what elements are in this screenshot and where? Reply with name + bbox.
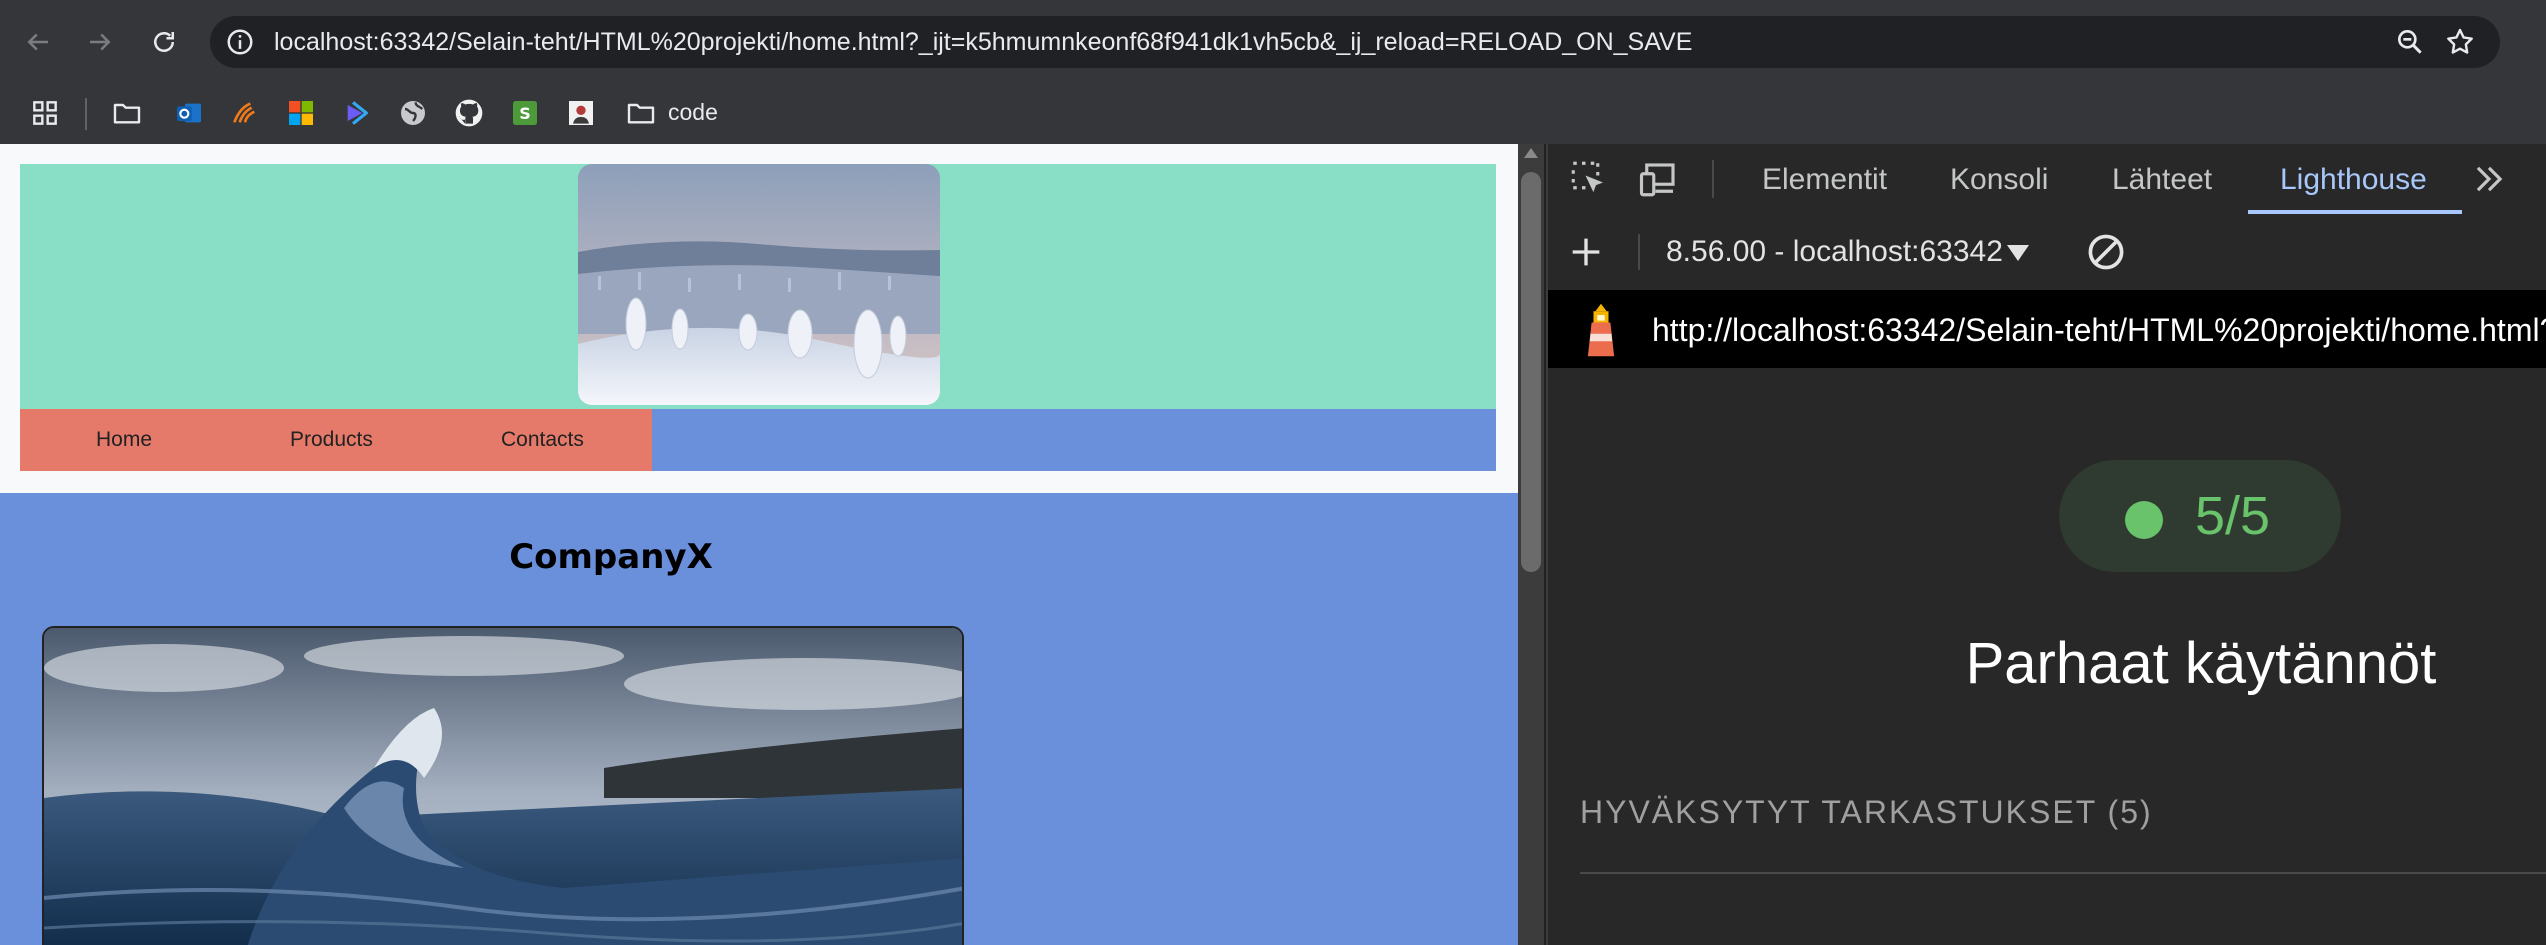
forward-button[interactable] <box>76 18 124 66</box>
reload-button[interactable] <box>140 18 188 66</box>
nav-link-home[interactable]: Home <box>96 428 152 452</box>
back-button[interactable] <box>14 18 62 66</box>
device-toolbar-button[interactable] <box>1638 158 1680 200</box>
report-select-label: 8.56.00 - localhost:63342 <box>1666 235 2003 268</box>
hero-image <box>578 164 940 405</box>
site-info-icon <box>227 29 253 55</box>
score-badge: 5/5 <box>2059 460 2341 572</box>
report-url[interactable]: http://localhost:63342/Selain-teht/HTML%… <box>1652 312 2546 348</box>
inspect-element-button[interactable] <box>1568 158 1610 200</box>
page-scroll-thumb[interactable] <box>1521 172 1541 572</box>
devtools-panel: Elementit Konsoli Lähteet Lighthouse 8.5… <box>1546 144 2546 945</box>
back-arrow-icon <box>27 33 48 51</box>
portrait-icon <box>569 101 593 125</box>
tab-elements[interactable]: Elementit <box>1762 163 1887 197</box>
nav-link-products[interactable]: Products <box>290 428 373 452</box>
score-value: 5/5 <box>2195 486 2271 546</box>
devtools-tab-bar: Elementit Konsoli Lähteet Lighthouse <box>1548 144 2546 215</box>
report-select[interactable]: 8.56.00 - localhost:63342 <box>1666 234 2029 270</box>
reload-icon <box>154 32 174 52</box>
bookmark-portrait[interactable] <box>564 96 598 130</box>
bookmark-apps[interactable] <box>28 96 62 130</box>
lighthouse-toolbar: 8.56.00 - localhost:63342 <box>1548 214 2546 291</box>
snowy-forest-landscape-image <box>578 164 940 405</box>
toolbar-separator <box>1638 234 1640 270</box>
ocean-wave-image <box>44 628 962 945</box>
forward-arrow-icon <box>90 33 111 51</box>
bookmark-folder[interactable] <box>110 96 144 130</box>
inspect-element-icon <box>1571 161 1603 193</box>
bookmark-github[interactable] <box>452 96 486 130</box>
more-tabs-icon[interactable] <box>2468 160 2510 198</box>
bookmarks-separator <box>85 98 87 130</box>
main-content: CompanyX <box>0 493 1518 945</box>
feature-image <box>42 626 964 945</box>
tab-sources[interactable]: Lähteet <box>2112 163 2212 197</box>
clear-reports-icon[interactable] <box>2084 230 2128 274</box>
folder-icon <box>113 103 141 124</box>
scroll-up-arrow-icon[interactable] <box>1524 148 1538 158</box>
zoom-icon[interactable] <box>2394 26 2426 58</box>
globe-icon <box>401 101 425 125</box>
folder-icon <box>627 103 655 124</box>
microsoft-icon <box>289 101 313 125</box>
bookmark-code-label[interactable]: code <box>668 98 718 126</box>
copilot-icon <box>347 101 368 125</box>
bookmark-s-app[interactable]: S <box>508 96 542 130</box>
add-report-icon[interactable] <box>1566 232 1606 272</box>
tab-console[interactable]: Konsoli <box>1950 163 2048 197</box>
category-title: Parhaat käytännöt <box>1965 631 2437 696</box>
bookmark-microsoft[interactable] <box>284 96 318 130</box>
apps-grid-icon <box>33 101 57 125</box>
report-url-bar: http://localhost:63342/Selain-teht/HTML%… <box>1548 290 2546 368</box>
browser-toolbar: localhost:63342/Selain-teht/HTML%20proje… <box>0 0 2546 84</box>
url-text[interactable]: localhost:63342/Selain-teht/HTML%20proje… <box>274 28 1692 56</box>
s-app-icon: S <box>513 101 537 125</box>
app-logo-icon <box>233 102 255 123</box>
site-info-button[interactable] <box>222 24 258 60</box>
hero-banner <box>20 164 1496 409</box>
address-bar[interactable]: localhost:63342/Selain-teht/HTML%20proje… <box>210 16 2500 68</box>
nav-link-contacts[interactable]: Contacts <box>501 428 584 452</box>
bookmark-code-folder[interactable] <box>624 96 658 130</box>
passed-audits-heading[interactable]: HYVÄKSYTYT TARKASTUKSET (5) <box>1580 794 2153 830</box>
site-navbar: Home Products Contacts <box>20 409 1496 471</box>
bookmark-copilot[interactable] <box>340 96 374 130</box>
dropdown-caret-icon <box>2006 245 2029 262</box>
bookmark-app-logo[interactable] <box>228 96 262 130</box>
bookmark-globe[interactable] <box>396 96 430 130</box>
outlook-icon <box>177 103 201 123</box>
svg-text:S: S <box>519 104 531 123</box>
devtools-separator <box>1712 160 1714 198</box>
nav-menu: Home Products Contacts <box>20 409 652 471</box>
tab-lighthouse[interactable]: Lighthouse <box>2280 163 2427 197</box>
pass-status-dot <box>2125 501 2163 539</box>
github-icon <box>455 99 483 127</box>
page-viewport: Home Products Contacts CompanyX <box>0 144 1518 945</box>
star-icon[interactable] <box>2444 26 2476 58</box>
bookmark-outlook[interactable] <box>172 96 206 130</box>
lighthouse-logo-icon <box>1587 303 1615 357</box>
company-title: CompanyX <box>509 537 713 577</box>
page-scrollbar[interactable] <box>1518 144 1544 945</box>
device-toolbar-icon <box>1639 163 1675 197</box>
bookmarks-bar: S code <box>0 84 2546 144</box>
section-divider <box>1580 872 2546 874</box>
